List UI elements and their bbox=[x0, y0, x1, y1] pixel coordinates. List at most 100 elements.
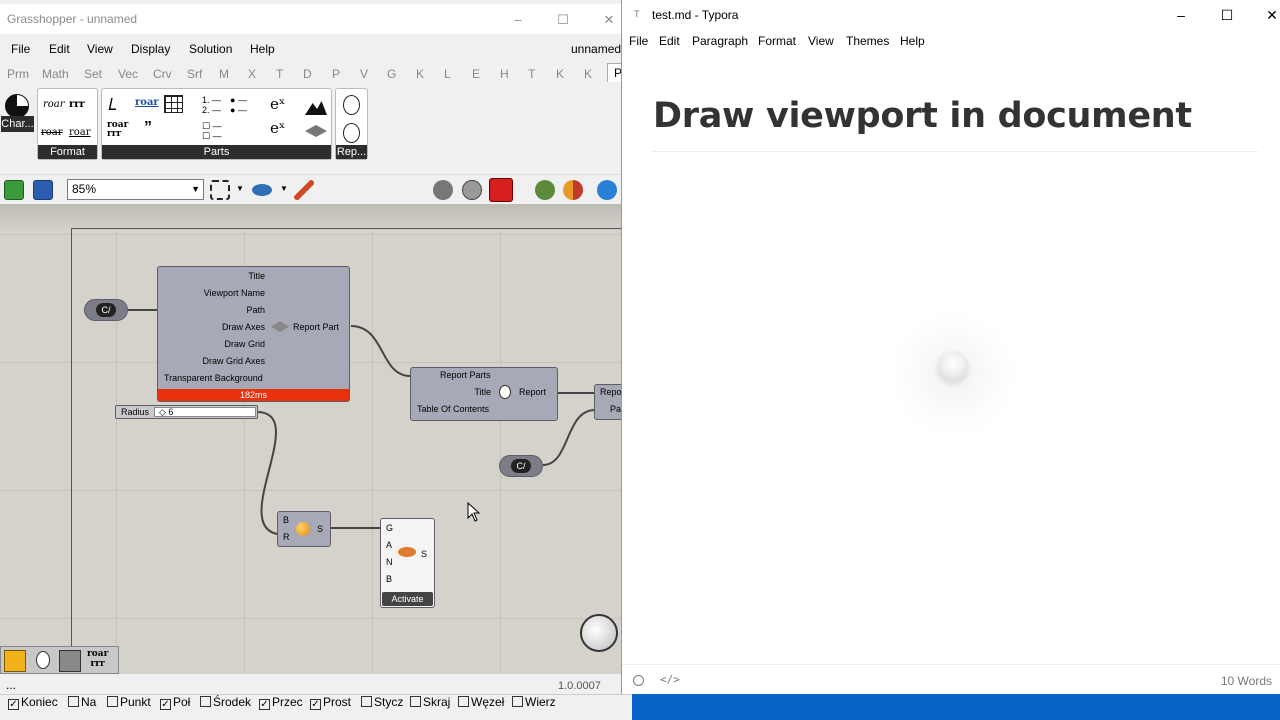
input-g[interactable]: G bbox=[386, 523, 393, 533]
save-icon[interactable] bbox=[33, 180, 53, 200]
tab-h[interactable]: H bbox=[500, 67, 509, 81]
osnap-punkt[interactable]: Punkt bbox=[107, 695, 151, 709]
egg-widget-icon[interactable] bbox=[36, 651, 50, 669]
menu-display[interactable]: Display bbox=[131, 42, 170, 56]
input-path[interactable]: Path bbox=[246, 305, 265, 315]
quote-icon[interactable]: ” bbox=[144, 119, 152, 137]
input-title[interactable]: Title bbox=[248, 271, 265, 281]
tab-t[interactable]: T bbox=[276, 67, 283, 81]
tab-set[interactable]: Set bbox=[84, 67, 102, 81]
panel-chart[interactable]: Char... bbox=[1, 88, 34, 160]
tab-p[interactable]: P bbox=[332, 67, 340, 81]
preview-component[interactable]: G A N B S Activate bbox=[380, 518, 435, 608]
viewport-icon[interactable] bbox=[305, 125, 327, 137]
checkbox-icon[interactable] bbox=[200, 696, 211, 707]
menu-solution[interactable]: Solution bbox=[189, 42, 232, 56]
word-count[interactable]: 10 Words bbox=[1221, 674, 1272, 688]
text-widget-icon[interactable]: roar rrr bbox=[87, 649, 108, 669]
panel-param[interactable]: C/ bbox=[84, 299, 128, 321]
checkbox-icon[interactable] bbox=[410, 696, 421, 707]
osnap-stycz[interactable]: Stycz bbox=[361, 695, 403, 709]
egg-icon[interactable] bbox=[343, 95, 360, 115]
tab-x[interactable]: X bbox=[248, 67, 256, 81]
zoom-select[interactable]: 85% ▼ bbox=[67, 179, 204, 200]
osnap-prost[interactable]: ✓ Prost bbox=[310, 695, 351, 710]
activate-button[interactable]: Activate bbox=[382, 592, 433, 606]
input-n[interactable]: N bbox=[386, 557, 393, 567]
minimize-icon[interactable]: – bbox=[503, 8, 533, 32]
partial-component[interactable]: Repo Pat bbox=[594, 384, 622, 420]
gh-canvas[interactable]: C/ Title Viewport Name Path Draw Axes Dr… bbox=[0, 204, 622, 674]
checkbox-icon[interactable]: ✓ bbox=[8, 699, 19, 710]
input-report-title[interactable]: Title bbox=[474, 387, 491, 397]
input-b2[interactable]: B bbox=[386, 574, 392, 584]
shaded-display-icon[interactable] bbox=[489, 178, 513, 202]
hyperlink-icon[interactable]: roar bbox=[135, 97, 159, 108]
panel-param-2[interactable]: C/ bbox=[499, 455, 543, 477]
color-icon[interactable] bbox=[563, 180, 583, 200]
output-s2[interactable]: S bbox=[421, 549, 427, 559]
checklist-icon[interactable]: ☐ — ☐ — bbox=[202, 121, 222, 141]
inline-equation-icon[interactable]: eˣ bbox=[270, 119, 285, 137]
maximize-icon[interactable]: ☐ bbox=[548, 8, 578, 32]
checkbox-icon[interactable] bbox=[512, 696, 523, 707]
rrr-icon[interactable]: rrr bbox=[69, 99, 85, 110]
input-draw-axes[interactable]: Draw Axes bbox=[222, 322, 265, 332]
osnap-na[interactable]: Na bbox=[68, 695, 96, 709]
preview-eye-icon[interactable] bbox=[252, 184, 272, 196]
input-r[interactable]: R bbox=[283, 532, 290, 542]
menu-format[interactable]: Format bbox=[758, 34, 796, 48]
osnap-wezel[interactable]: Węzeł bbox=[458, 695, 504, 709]
close-icon[interactable]: ✕ bbox=[1254, 3, 1280, 27]
input-table-of-contents[interactable]: Table Of Contents bbox=[417, 404, 489, 414]
tab-l[interactable]: L bbox=[444, 67, 451, 81]
tab-k3[interactable]: K bbox=[584, 67, 592, 81]
tab-v[interactable]: V bbox=[360, 67, 368, 81]
equation-icon[interactable]: eˣ bbox=[270, 95, 285, 113]
osnap-koniec[interactable]: ✓ Koniec bbox=[8, 695, 58, 710]
menu-file[interactable]: File bbox=[629, 34, 648, 48]
download-widget-icon[interactable] bbox=[59, 650, 81, 672]
input-draw-grid[interactable]: Draw Grid bbox=[224, 339, 265, 349]
osnap-wierz[interactable]: Wierz bbox=[512, 695, 556, 709]
maximize-icon[interactable]: ☐ bbox=[1209, 3, 1245, 27]
wireframe-display-icon[interactable] bbox=[462, 180, 482, 200]
report-parts-component[interactable]: Report Parts Title Table Of Contents Rep… bbox=[410, 367, 558, 421]
globe-icon[interactable] bbox=[535, 180, 555, 200]
sketch-icon[interactable] bbox=[294, 180, 314, 200]
checkbox-icon[interactable] bbox=[458, 696, 469, 707]
slider-track[interactable]: ◇ 6 bbox=[154, 407, 256, 417]
osnap-srodek[interactable]: Środek bbox=[200, 695, 251, 709]
hidden-display-icon[interactable] bbox=[433, 180, 453, 200]
source-code-icon[interactable]: </> bbox=[660, 673, 680, 686]
radius-slider[interactable]: Radius ◇ 6 bbox=[115, 405, 258, 419]
menu-file[interactable]: File bbox=[11, 42, 30, 56]
outline-toggle-icon[interactable] bbox=[633, 675, 644, 686]
menu-view[interactable]: View bbox=[808, 34, 834, 48]
tab-d[interactable]: D bbox=[303, 67, 312, 81]
tab-m[interactable]: M bbox=[219, 67, 229, 81]
menu-paragraph[interactable]: Paragraph bbox=[692, 34, 748, 48]
checkbox-icon[interactable]: ✓ bbox=[160, 699, 171, 710]
solid-icon[interactable] bbox=[597, 180, 617, 200]
tab-crv[interactable]: Crv bbox=[153, 67, 172, 81]
lines-widget-icon[interactable] bbox=[4, 650, 26, 672]
minimize-icon[interactable]: – bbox=[1163, 3, 1199, 27]
roar-icon[interactable]: roar bbox=[43, 99, 65, 110]
menu-help[interactable]: Help bbox=[250, 42, 275, 56]
viewport-component[interactable]: Title Viewport Name Path Draw Axes Draw … bbox=[157, 266, 350, 402]
open-file-icon[interactable] bbox=[4, 180, 24, 200]
checkbox-icon[interactable] bbox=[68, 696, 79, 707]
close-icon[interactable]: ✕ bbox=[594, 8, 624, 32]
menu-themes[interactable]: Themes bbox=[846, 34, 889, 48]
chevron-down-icon[interactable]: ▼ bbox=[236, 184, 244, 193]
output-s[interactable]: S bbox=[317, 524, 323, 534]
tab-vec[interactable]: Vec bbox=[118, 67, 138, 81]
menu-view[interactable]: View bbox=[87, 42, 113, 56]
osnap-przec[interactable]: ✓ Przec bbox=[259, 695, 303, 710]
tab-g[interactable]: G bbox=[387, 67, 396, 81]
tab-prm[interactable]: Prm bbox=[7, 67, 29, 81]
input-viewport-name[interactable]: Viewport Name bbox=[204, 288, 265, 298]
sphere-component[interactable]: B R S bbox=[277, 511, 331, 547]
chevron-down-icon[interactable]: ▼ bbox=[280, 184, 288, 193]
